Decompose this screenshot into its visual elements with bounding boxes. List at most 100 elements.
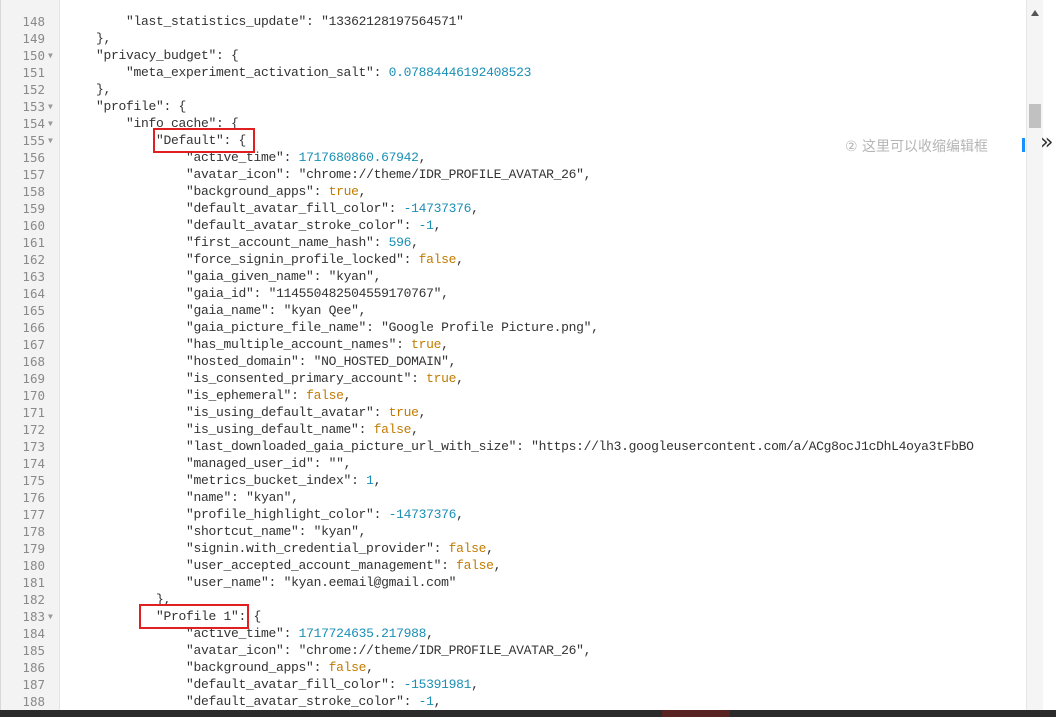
code-line[interactable]: 175 "metrics_bucket_index": 1, [1,472,1027,489]
line-number: 178 [22,524,45,539]
code-line[interactable]: 178 "shortcut_name": "kyan", [1,523,1027,540]
line-number: 151 [22,65,45,80]
line-number: 182 [22,592,45,607]
scrollbar-thumb[interactable] [1029,104,1041,128]
code-text: "name": "kyan", [186,490,299,505]
code-text: "default_avatar_stroke_color": -1, [186,694,442,709]
code-line[interactable]: 186 "background_apps": false, [1,659,1027,676]
code-text: "background_apps": true, [186,184,367,199]
code-text: "last_statistics_update": "1336212819756… [126,14,464,29]
code-text: "default_avatar_fill_color": -15391981, [186,677,479,692]
vertical-scrollbar[interactable] [1026,0,1044,710]
code-line[interactable]: 172 "is_using_default_name": false, [1,421,1027,438]
line-number: 155 [22,133,45,148]
line-number: 187 [22,677,45,692]
code-line[interactable]: 180 "user_accepted_account_management": … [1,557,1027,574]
line-number: 160 [22,218,45,233]
code-text: "is_ephemeral": false, [186,388,352,403]
fold-arrow-icon[interactable]: ▼ [48,98,53,115]
code-text: "profile_highlight_color": -14737376, [186,507,464,522]
side-panel-edge [1043,0,1056,710]
code-line[interactable]: 163 "gaia_given_name": "kyan", [1,268,1027,285]
collapse-hint-text: ② 这里可以收缩编辑框 [845,139,989,155]
code-line[interactable]: 158 "background_apps": true, [1,183,1027,200]
code-line[interactable]: 162 "force_signin_profile_locked": false… [1,251,1027,268]
code-line[interactable]: 174 "managed_user_id": "", [1,455,1027,472]
line-number: 169 [22,371,45,386]
code-text: "has_multiple_account_names": true, [186,337,449,352]
line-number: 167 [22,337,45,352]
code-line[interactable]: 157 "avatar_icon": "chrome://theme/IDR_P… [1,166,1027,183]
code-line[interactable]: 181 "user_name": "kyan.eemail@gmail.com" [1,574,1027,591]
code-line[interactable]: 152 }, [1,81,1027,98]
code-line[interactable]: 159 "default_avatar_fill_color": -147373… [1,200,1027,217]
code-line[interactable]: 187 "default_avatar_fill_color": -153919… [1,676,1027,693]
code-line[interactable]: 166 "gaia_picture_file_name": "Google Pr… [1,319,1027,336]
code-line[interactable]: 169 "is_consented_primary_account": true… [1,370,1027,387]
line-number: 149 [22,31,45,46]
code-line[interactable]: 151 "meta_experiment_activation_salt": 0… [1,64,1027,81]
code-text: "managed_user_id": "", [186,456,352,471]
fold-arrow-icon[interactable]: ▼ [48,115,53,132]
line-number: 180 [22,558,45,573]
code-text: }, [66,82,112,97]
code-line[interactable]: 171 "is_using_default_avatar": true, [1,404,1027,421]
code-text: "privacy_budget": { [96,48,239,63]
code-line[interactable]: 177 "profile_highlight_color": -14737376… [1,506,1027,523]
code-text: "is_using_default_avatar": true, [186,405,427,420]
code-line[interactable]: 173 "last_downloaded_gaia_picture_url_wi… [1,438,1027,455]
code-line[interactable]: 167 "has_multiple_account_names": true, [1,336,1027,353]
line-number: 152 [22,82,45,97]
code-text: "default_avatar_fill_color": -14737376, [186,201,479,216]
line-number: 171 [22,405,45,420]
fold-arrow-icon[interactable]: ▼ [48,47,53,64]
code-text: "signin.with_credential_provider": false… [186,541,494,556]
code-line[interactable]: 161 "first_account_name_hash": 596, [1,234,1027,251]
scroll-up-icon[interactable] [1031,10,1039,16]
line-number: 170 [22,388,45,403]
code-text: "is_consented_primary_account": true, [186,371,464,386]
highlight-profile1-key [139,604,249,629]
code-text: "gaia_id": "114550482504559170767", [186,286,449,301]
line-number: 183 [22,609,45,624]
line-number: 157 [22,167,45,182]
highlight-default-key [153,128,255,153]
code-line[interactable]: 179 "signin.with_credential_provider": f… [1,540,1027,557]
line-number: 173 [22,439,45,454]
code-line[interactable]: 170 "is_ephemeral": false, [1,387,1027,404]
code-line[interactable]: 150 ▼ "privacy_budget": { [1,47,1027,64]
code-text: "avatar_icon": "chrome://theme/IDR_PROFI… [186,643,592,658]
code-line[interactable]: 188 "default_avatar_stroke_color": -1, [1,693,1027,710]
taskbar-strip [0,710,1056,717]
code-line[interactable]: 148 "last_statistics_update": "133621281… [1,13,1027,30]
line-number: 164 [22,286,45,301]
fold-arrow-icon[interactable]: ▼ [48,608,53,625]
code-line[interactable]: 149 }, [1,30,1027,47]
line-number: 162 [22,252,45,267]
line-number: 156 [22,150,45,165]
line-number: 186 [22,660,45,675]
code-text: "active_time": 1717724635.217988, [186,626,434,641]
code-line[interactable]: 160 "default_avatar_stroke_color": -1, [1,217,1027,234]
json-editor[interactable]: 148 "last_statistics_update": "133621281… [0,0,1027,710]
code-text: "gaia_given_name": "kyan", [186,269,382,284]
code-text: "default_avatar_stroke_color": -1, [186,218,442,233]
code-line[interactable]: 165 "gaia_name": "kyan Qee", [1,302,1027,319]
fold-arrow-icon[interactable]: ▼ [48,132,53,149]
code-text: "first_account_name_hash": 596, [186,235,419,250]
line-number: 172 [22,422,45,437]
code-line[interactable]: 164 "gaia_id": "114550482504559170767", [1,285,1027,302]
line-number: 163 [22,269,45,284]
code-text: "profile": { [96,99,187,114]
taskbar-accent [662,710,730,717]
line-number: 184 [22,626,45,641]
line-number: 153 [22,99,45,114]
code-text: "force_signin_profile_locked": false, [186,252,464,267]
code-line[interactable]: 185 "avatar_icon": "chrome://theme/IDR_P… [1,642,1027,659]
line-number: 168 [22,354,45,369]
code-line[interactable]: 168 "hosted_domain": "NO_HOSTED_DOMAIN", [1,353,1027,370]
collapse-panel-icon[interactable]: » [1040,128,1053,158]
code-line[interactable]: 176 "name": "kyan", [1,489,1027,506]
code-line[interactable]: 153 ▼ "profile": { [1,98,1027,115]
code-text: "user_name": "kyan.eemail@gmail.com" [186,575,457,590]
